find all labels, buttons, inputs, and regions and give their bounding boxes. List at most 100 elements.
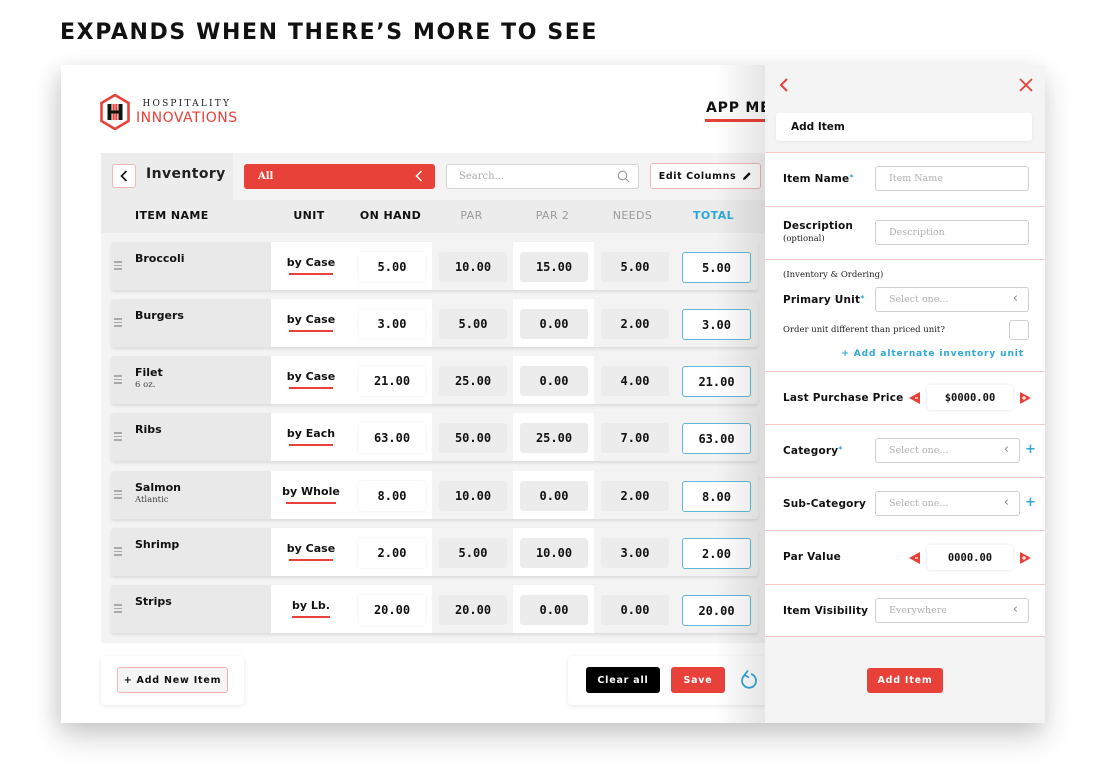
on-hand-value[interactable]: 20.00 bbox=[358, 595, 426, 625]
column-header-needs[interactable]: NEEDS bbox=[592, 209, 673, 222]
brand-name-top: HOSPITALITY bbox=[142, 98, 232, 109]
needs-value: 2.00 bbox=[601, 481, 669, 511]
item-name-cell: Strips bbox=[111, 585, 271, 633]
item-name-cell: Burgers bbox=[111, 299, 271, 347]
unit-value[interactable]: by Case bbox=[271, 542, 351, 555]
table-row[interactable]: Stripsby Lb.20.0020.000.000.0020.00 bbox=[111, 585, 758, 633]
on-hand-value[interactable]: 5.00 bbox=[358, 252, 426, 282]
unit-cell[interactable]: by Each bbox=[271, 413, 351, 461]
add-category-button[interactable]: + bbox=[1025, 442, 1036, 457]
on-hand-value[interactable]: 3.00 bbox=[358, 309, 426, 339]
column-header-par[interactable]: PAR bbox=[431, 209, 512, 222]
search-field[interactable] bbox=[446, 164, 639, 189]
increment-icon[interactable] bbox=[1020, 392, 1031, 404]
column-header-unit[interactable]: UNIT bbox=[269, 209, 349, 222]
unit-value[interactable]: by Case bbox=[271, 256, 351, 269]
par2-value: 10.00 bbox=[520, 538, 588, 568]
unit-value[interactable]: by Each bbox=[271, 427, 351, 440]
subcategory-value: Select one... bbox=[889, 498, 949, 509]
panel-title: Add Item bbox=[776, 113, 1032, 141]
chevron-left-icon bbox=[120, 170, 128, 182]
decrement-icon[interactable] bbox=[909, 552, 920, 564]
unit-underline bbox=[289, 559, 333, 561]
last-price-input[interactable]: $0000.00 bbox=[927, 385, 1013, 410]
par-value: 20.00 bbox=[439, 595, 507, 625]
table-row[interactable]: Burgersby Case3.005.000.002.003.00 bbox=[111, 299, 758, 347]
table-row[interactable]: Filet6 oz.by Case21.0025.000.004.0021.00 bbox=[111, 356, 758, 404]
item-name: Ribs bbox=[135, 423, 162, 436]
unit-cell[interactable]: by Case bbox=[271, 356, 351, 404]
unit-cell[interactable]: by Whole bbox=[271, 471, 351, 519]
description-field[interactable] bbox=[875, 220, 1029, 245]
panel-back-button[interactable] bbox=[777, 75, 791, 95]
category-filter-select[interactable]: All bbox=[244, 164, 435, 189]
add-new-item-button[interactable]: + Add New Item bbox=[117, 667, 228, 693]
needs-value: 7.00 bbox=[601, 423, 669, 453]
drag-handle-icon[interactable] bbox=[114, 604, 122, 614]
drag-handle-icon[interactable] bbox=[114, 261, 122, 271]
primary-unit-select[interactable]: Select one... ‹ bbox=[875, 287, 1029, 312]
unit-cell[interactable]: by Lb. bbox=[271, 585, 351, 633]
unit-cell[interactable]: by Case bbox=[271, 528, 351, 576]
last-price-section: Last Purchase Price $0000.00 bbox=[765, 371, 1045, 424]
column-header-on-hand[interactable]: ON HAND bbox=[350, 209, 431, 222]
column-header-par2[interactable]: PAR 2 bbox=[512, 209, 593, 222]
drag-handle-icon[interactable] bbox=[114, 432, 122, 442]
on-hand-value[interactable]: 8.00 bbox=[358, 481, 426, 511]
search-input[interactable] bbox=[459, 171, 609, 182]
table-row[interactable]: SalmonAtlanticby Whole8.0010.000.002.008… bbox=[111, 471, 758, 519]
table-row[interactable]: Broccoliby Case5.0010.0015.005.005.00 bbox=[111, 242, 758, 290]
unit-value[interactable]: by Lb. bbox=[271, 599, 351, 612]
add-item-panel: Add Item Item Name* Description (optiona… bbox=[765, 65, 1045, 723]
description-optional-note: (optional) bbox=[783, 234, 825, 244]
item-name: Salmon bbox=[135, 481, 181, 494]
drag-handle-icon[interactable] bbox=[114, 490, 122, 500]
back-button[interactable] bbox=[112, 164, 136, 188]
add-alternate-unit-link[interactable]: + Add alternate inventory unit bbox=[841, 349, 1024, 359]
visibility-select[interactable]: Everywhere ‹ bbox=[875, 598, 1029, 623]
item-description: 6 oz. bbox=[135, 380, 156, 390]
subcategory-select[interactable]: Select one... ‹ bbox=[875, 491, 1020, 516]
column-header-item-name[interactable]: ITEM NAME bbox=[135, 209, 209, 222]
add-subcategory-button[interactable]: + bbox=[1025, 495, 1036, 510]
par-value-label: Par Value bbox=[783, 551, 841, 563]
search-icon[interactable] bbox=[617, 170, 630, 183]
brand-logo[interactable]: HOSPITALITY INNOVATIONS bbox=[100, 94, 238, 130]
primary-unit-value: Select one... bbox=[889, 294, 949, 305]
unit-cell[interactable]: by Case bbox=[271, 299, 351, 347]
unit-cell[interactable]: by Case bbox=[271, 242, 351, 290]
increment-icon[interactable] bbox=[1020, 552, 1031, 564]
item-name-cell: Ribs bbox=[111, 413, 271, 461]
table-row[interactable]: Shrimpby Case2.005.0010.003.002.00 bbox=[111, 528, 758, 576]
add-item-card: + Add New Item bbox=[101, 656, 244, 705]
drag-handle-icon[interactable] bbox=[114, 375, 122, 385]
clear-all-button[interactable]: Clear all bbox=[586, 667, 660, 693]
chevron-left-icon: ‹ bbox=[1012, 602, 1018, 617]
decrement-icon[interactable] bbox=[909, 392, 920, 404]
par2-value: 0.00 bbox=[520, 309, 588, 339]
add-item-submit-button[interactable]: Add Item bbox=[867, 668, 943, 693]
unit-value[interactable]: by Case bbox=[271, 313, 351, 326]
close-icon[interactable] bbox=[1018, 77, 1034, 93]
category-select[interactable]: Select one... ‹ bbox=[875, 438, 1020, 463]
item-name-input[interactable] bbox=[889, 173, 1019, 184]
unit-section-note: (Inventory & Ordering) bbox=[783, 270, 884, 280]
drag-handle-icon[interactable] bbox=[114, 547, 122, 557]
order-unit-checkbox[interactable] bbox=[1009, 320, 1029, 340]
on-hand-value[interactable]: 21.00 bbox=[358, 366, 426, 396]
item-name-field[interactable] bbox=[875, 166, 1029, 191]
unit-value[interactable]: by Case bbox=[271, 370, 351, 383]
item-name-cell: Filet 6 oz. bbox=[111, 356, 271, 404]
par-value-input[interactable]: 0000.00 bbox=[927, 545, 1013, 570]
category-section: Category* Select one... ‹ + bbox=[765, 424, 1045, 477]
item-name-cell: Shrimp bbox=[111, 528, 271, 576]
on-hand-value[interactable]: 63.00 bbox=[358, 423, 426, 453]
drag-handle-icon[interactable] bbox=[114, 318, 122, 328]
item-name: Filet bbox=[135, 366, 163, 379]
description-input[interactable] bbox=[889, 227, 1019, 238]
table-row[interactable]: Ribsby Each63.0050.0025.007.0063.00 bbox=[111, 413, 758, 461]
unit-value[interactable]: by Whole bbox=[271, 485, 351, 498]
on-hand-value[interactable]: 2.00 bbox=[358, 538, 426, 568]
chevron-left-icon bbox=[415, 170, 423, 182]
par2-value: 25.00 bbox=[520, 423, 588, 453]
